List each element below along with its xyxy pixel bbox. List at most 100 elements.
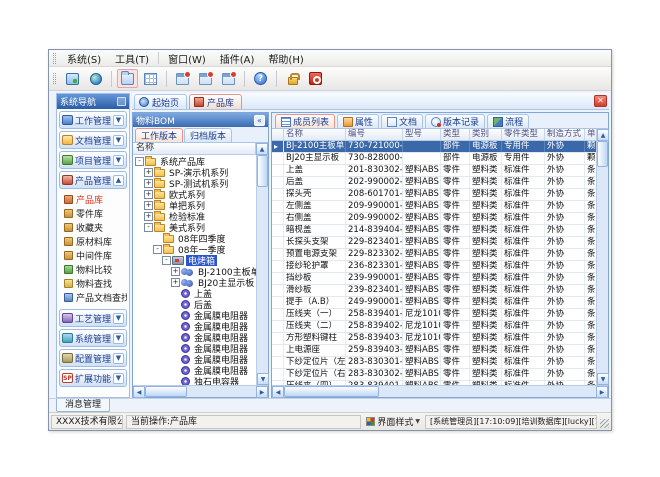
table-row[interactable]: 上盖201-830302-00I塑料ABS零件塑料类标准件外协条 [272, 165, 596, 177]
tab-归档版本[interactable]: 归档版本 [184, 128, 232, 142]
scrollbar-thumb[interactable] [597, 141, 608, 167]
sidebar-group-系统管理[interactable]: 系统管理▼ [59, 329, 127, 347]
table-row[interactable]: 右侧盖209-990002-01I塑料ABS零件塑料类标准件外协条 [272, 213, 596, 225]
tab-属性[interactable]: 属性 [337, 114, 379, 128]
tree-node[interactable]: +SP-测试机系列 [133, 178, 256, 189]
tree-node[interactable]: 上盖 [133, 288, 256, 299]
expand-icon[interactable]: + [144, 179, 153, 188]
tree-column-header[interactable]: 名称 [133, 143, 256, 155]
chevron-down-icon[interactable]: ▼ [113, 313, 124, 324]
scroll-up-icon[interactable]: ▲ [597, 129, 609, 141]
chevron-down-icon[interactable]: ▼ [113, 115, 124, 126]
window-badge-button[interactable] [218, 69, 239, 88]
tree-node[interactable]: -电烤箱 [133, 255, 256, 266]
table-row[interactable]: 压线夹（一）258-839401-00I尼龙1010零件塑料类标准件外协条 [272, 309, 596, 321]
tab-成员列表[interactable]: 成员列表 [275, 114, 335, 128]
table-row[interactable]: 压线夹（二）258-839402-00I尼龙1010零件塑料类标准件外协条 [272, 321, 596, 333]
tree-node[interactable]: 金属膜电阻器 [133, 310, 256, 321]
scroll-down-icon[interactable]: ▼ [597, 373, 609, 385]
doc-tab-起始页[interactable]: 起始页 [134, 94, 187, 109]
sidebar-options-icon[interactable] [117, 97, 126, 106]
menu-item[interactable]: 系统(S) [60, 50, 108, 67]
sidebar-item-产品文档查找[interactable]: 产品文档查找 [64, 291, 127, 304]
grid-horizontal-scrollbar[interactable]: ◀ ▶ [272, 385, 608, 397]
tree-node[interactable]: +BJ20主显示板 [133, 277, 256, 288]
menu-item[interactable]: 插件(A) [213, 50, 262, 67]
scroll-left-icon[interactable]: ◀ [272, 386, 284, 398]
scrollbar-thumb[interactable] [257, 155, 268, 187]
sidebar-item-物料比较[interactable]: 物料比较 [64, 263, 127, 276]
table-row[interactable]: 挡纱板239-990001-01I塑料ABS零件塑料类标准件外协条 [272, 273, 596, 285]
power-button[interactable] [305, 69, 326, 88]
lock-button[interactable] [282, 69, 303, 88]
tree-node[interactable]: 金属膜电阻器 [133, 321, 256, 332]
chevron-down-icon[interactable]: ▼ [113, 373, 124, 384]
column-header-制造方式[interactable]: 制造方式 [545, 129, 585, 140]
tree-vertical-scrollbar[interactable]: ▼ [256, 155, 268, 385]
grid-vertical-scrollbar[interactable]: ▲ ▼ [596, 129, 608, 385]
menubar-grip[interactable] [53, 53, 56, 64]
scroll-left-icon[interactable]: ◀ [133, 386, 145, 398]
table-row[interactable]: 长探头支架229-823401-00I塑料ABS零件塑料类标准件外协条 [272, 237, 596, 249]
tree-horizontal-scrollbar[interactable]: ◀ ▶ [133, 385, 268, 397]
scroll-down-icon[interactable]: ▼ [257, 373, 269, 385]
table-row[interactable]: 暗枧盖214-839404-01I塑料ABS零件塑料类标准件外协条 [272, 225, 596, 237]
collapse-icon[interactable]: - [144, 223, 153, 232]
sidebar-item-中间件库[interactable]: 中间件库 [64, 249, 127, 262]
sidebar-item-零件库[interactable]: 零件库 [64, 207, 127, 220]
expand-icon[interactable]: + [171, 267, 180, 276]
scroll-right-icon[interactable]: ▶ [596, 386, 608, 398]
expand-icon[interactable]: + [144, 212, 153, 221]
tree-node[interactable]: -系统产品库 [133, 156, 256, 167]
tab-文档[interactable]: 文档 [381, 114, 423, 128]
monitor-button[interactable] [62, 69, 83, 88]
expand-icon[interactable]: + [171, 278, 180, 287]
help-button[interactable] [250, 69, 271, 88]
tree-node[interactable]: 08年四季度 [133, 233, 256, 244]
globe-button[interactable] [85, 69, 106, 88]
table-row[interactable]: 上电源座259-839403-00I塑料ABS零件塑料类标准件外协条 [272, 345, 596, 357]
column-header-名称[interactable]: 名称 [284, 129, 346, 140]
workspace-folder-button[interactable] [117, 69, 138, 88]
scrollbar-thumb[interactable] [145, 386, 187, 397]
table-row[interactable]: 滑纱板239-823401-00I塑料ABS零件塑料类标准件外协条 [272, 285, 596, 297]
table-row[interactable]: BJ-2100主板单点730-721000-12I部件电源板专用件外协颗 [272, 141, 596, 153]
window-badge-button[interactable] [172, 69, 193, 88]
scroll-up-icon[interactable]: ▲ [256, 143, 268, 155]
sidebar-item-物料查找[interactable]: 物料查找 [64, 277, 127, 290]
table-row[interactable]: 下纱定位片（右）283-830302-00I塑料ABS零件塑料类标准件外协条 [272, 369, 596, 381]
sidebar-group-产品管理[interactable]: 产品管理▲ [59, 171, 127, 189]
sidebar-group-文档管理[interactable]: 文档管理▼ [59, 131, 127, 149]
toolbar-grip[interactable] [53, 73, 56, 84]
table-row[interactable]: 下纱定位片（左）283-830301-00I塑料ABS零件塑料类标准件外协条 [272, 357, 596, 369]
tree-node[interactable]: -08年一季度 [133, 244, 256, 255]
menu-item[interactable]: 工具(T) [108, 50, 156, 67]
sidebar-group-工作管理[interactable]: 工作管理▼ [59, 111, 127, 129]
column-header-单位[interactable]: 单位 [585, 129, 596, 140]
sidebar-item-收藏夹[interactable]: 收藏夹 [64, 221, 127, 234]
tree-node[interactable]: +欧式系列 [133, 189, 256, 200]
layout-grid-button[interactable] [140, 69, 161, 88]
tree-node[interactable]: +SP-演示机系列 [133, 167, 256, 178]
chevron-down-icon[interactable]: ▼ [113, 353, 124, 364]
table-row[interactable]: 提手（A.B）249-990001-01I塑料ABS零件塑料类标准件外协条 [272, 297, 596, 309]
panel-collapse-icon[interactable]: « [254, 115, 265, 126]
table-row[interactable]: 后盖202-990002-01I塑料ABS零件塑料类标准件外协条 [272, 177, 596, 189]
tree-node[interactable]: 金属膜电阻器 [133, 332, 256, 343]
table-row[interactable]: 预置电源支架229-823302-00I塑料ABS零件塑料类标准件外协条 [272, 249, 596, 261]
sidebar-group-配置管理[interactable]: 配置管理▼ [59, 349, 127, 367]
sidebar-group-项目管理[interactable]: 项目管理▼ [59, 151, 127, 169]
column-header-类型[interactable]: 类型 [441, 129, 470, 140]
doc-tab-产品库[interactable]: 产品库 [189, 94, 242, 109]
column-header-型号[interactable]: 型号 [403, 129, 441, 140]
table-row[interactable]: 左侧盖209-990001-01I塑料ABS零件塑料类标准件外协条 [272, 201, 596, 213]
collapse-icon[interactable]: - [135, 157, 144, 166]
window-badge-button[interactable] [195, 69, 216, 88]
sidebar-item-产品库[interactable]: 产品库 [64, 193, 127, 206]
column-header-类别[interactable]: 类别 [470, 129, 502, 140]
resize-grip[interactable] [600, 419, 609, 428]
table-row[interactable]: 方形塑料键柱258-839403-00I尼龙1010零件塑料类标准件外协条 [272, 333, 596, 345]
tree-node[interactable]: 金属膜电阻器 [133, 343, 256, 354]
column-header-零件类型[interactable]: 零件类型 [502, 129, 545, 140]
tab-版本记录[interactable]: 版本记录 [425, 114, 485, 128]
